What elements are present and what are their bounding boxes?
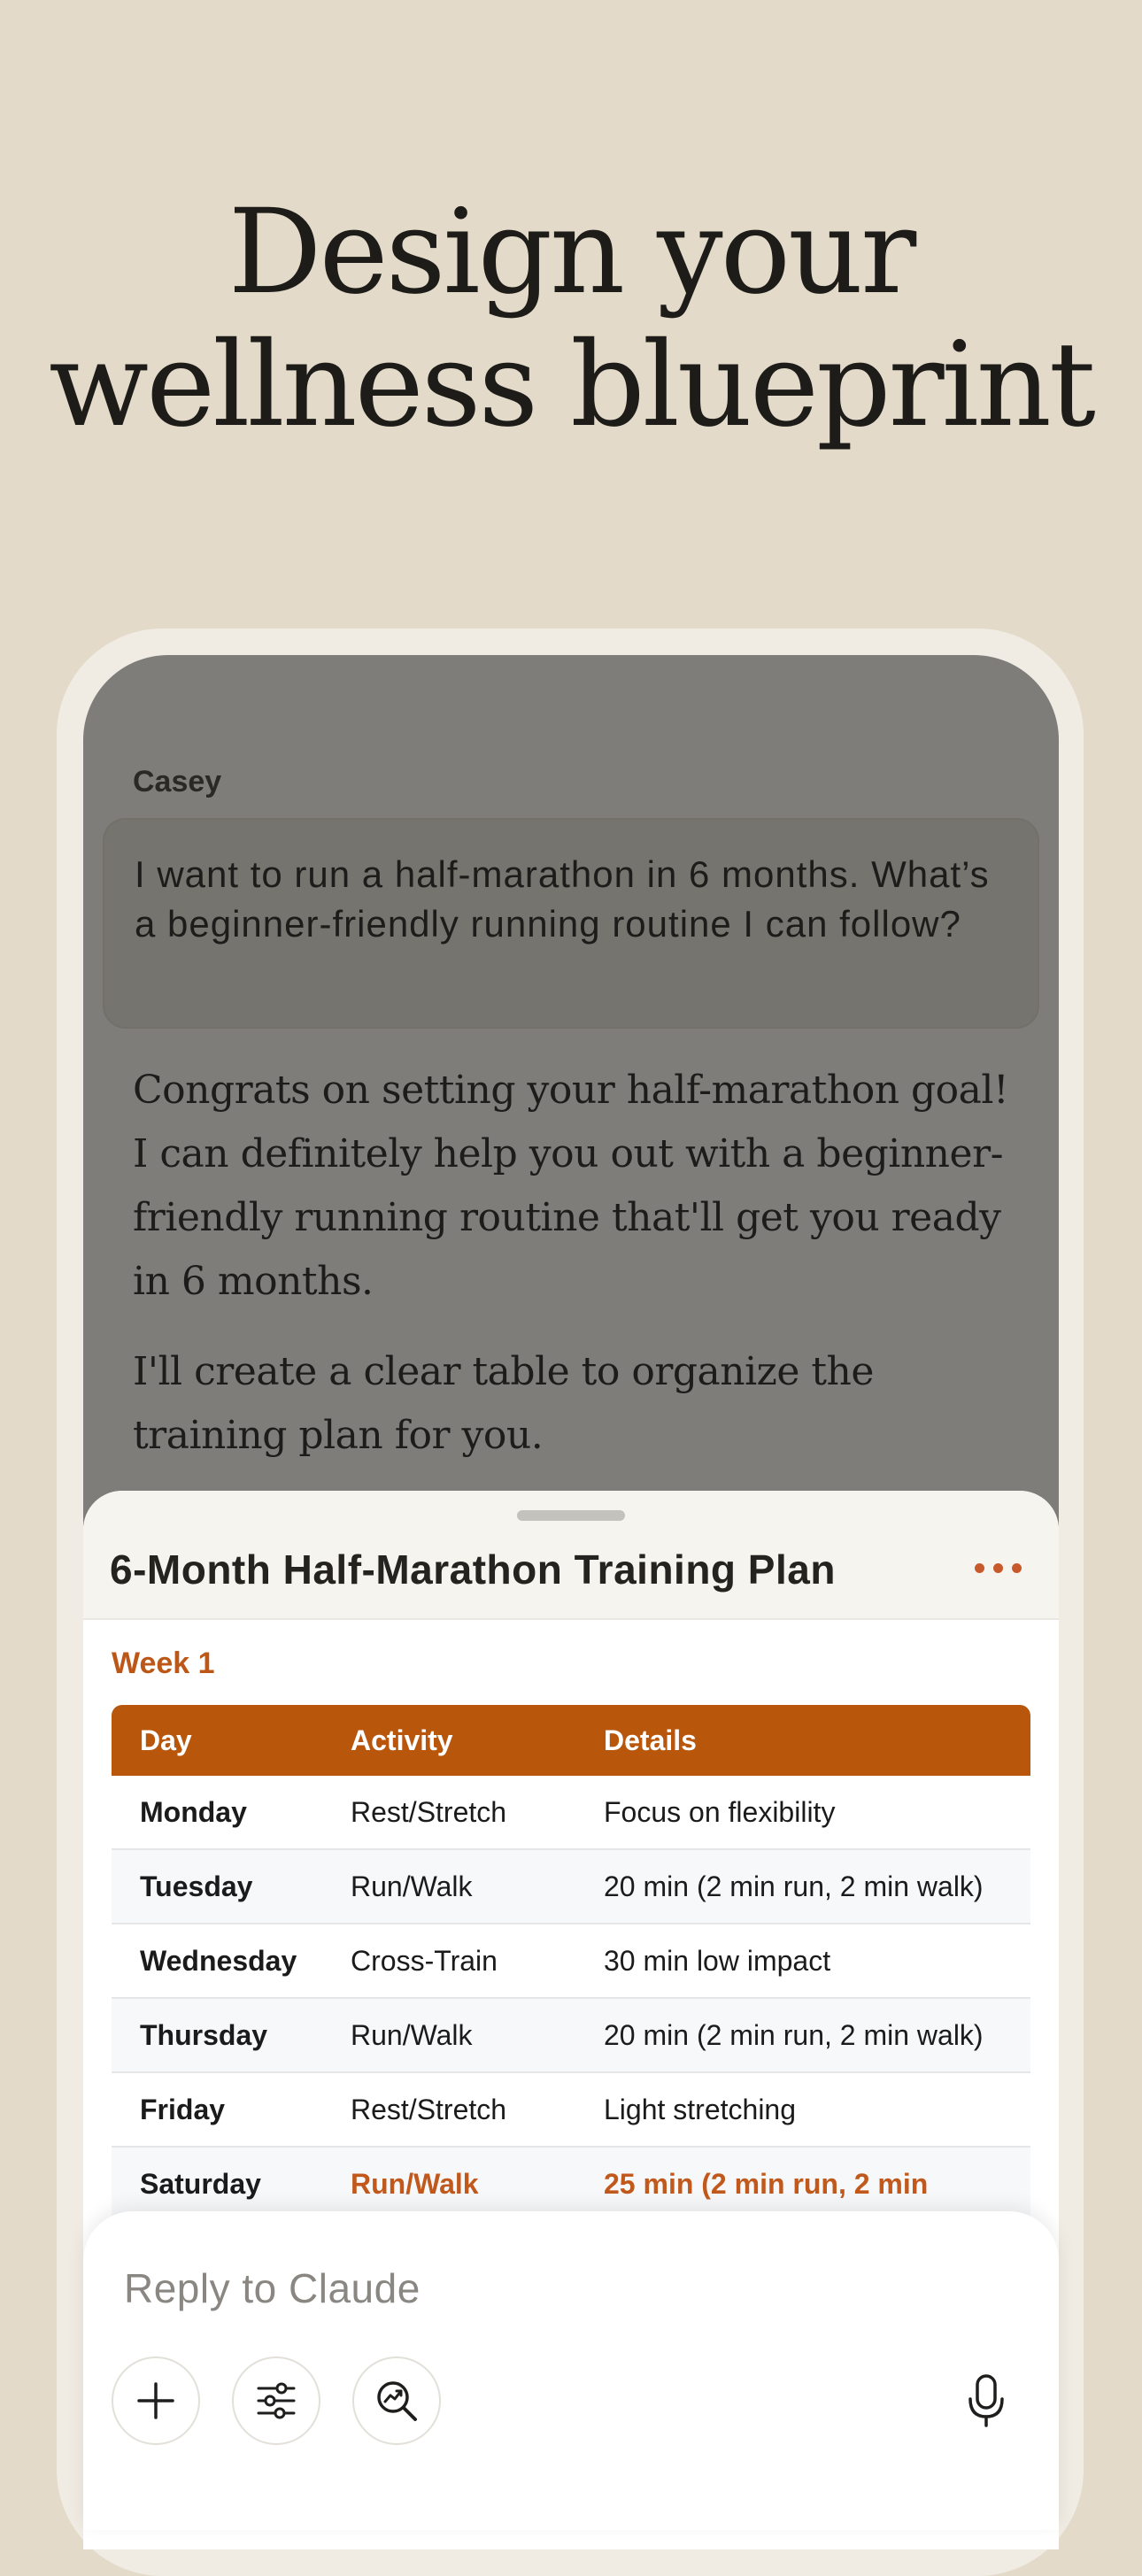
table-row-highlighted: Saturday Run/Walk 25 min (2 min run, 2 m…: [112, 2147, 1030, 2222]
voice-input-button[interactable]: [942, 2356, 1030, 2445]
sender-name: Casey: [133, 765, 222, 798]
training-plan-table: Day Activity Details Monday Rest/Stretch…: [112, 1705, 1030, 2222]
table-row: Monday Rest/Stretch Focus on flexibility: [112, 1776, 1030, 1850]
ellipsis-icon: [974, 1562, 984, 1573]
more-options-button[interactable]: [967, 1546, 1029, 1590]
cell-details: Light stretching: [575, 2072, 1030, 2148]
table-row: Friday Rest/Stretch Light stretching: [112, 2072, 1030, 2148]
cell-details: Focus on flexibility: [575, 1776, 1030, 1850]
microphone-icon: [968, 2374, 1004, 2427]
cell-activity: Rest/Stretch: [322, 2072, 575, 2148]
artifact-header: 6-Month Half-Marathon Training Plan: [83, 1491, 1059, 1620]
settings-sliders-button[interactable]: [232, 2356, 320, 2445]
ellipsis-icon: [992, 1562, 1003, 1573]
sliders-icon: [257, 2382, 296, 2419]
week-label: Week 1: [112, 1647, 215, 1680]
cell-activity: Run/Walk: [322, 1998, 575, 2073]
cell-details: 20 min (2 min run, 2 min walk): [575, 1849, 1030, 1924]
cell-details: 25 min (2 min run, 2 min: [575, 2147, 1030, 2222]
cell-day: Tuesday: [112, 1849, 322, 1924]
table-row: Tuesday Run/Walk 20 min (2 min run, 2 mi…: [112, 1849, 1030, 1924]
research-icon: [377, 2381, 417, 2421]
table-row: Wednesday Cross-Train 30 min low impact: [112, 1924, 1030, 1999]
research-button[interactable]: [352, 2356, 441, 2445]
artifact-title: 6-Month Half-Marathon Training Plan: [110, 1546, 836, 1593]
user-message-bubble: I want to run a half-marathon in 6 month…: [103, 818, 1039, 1029]
assistant-paragraph: Congrats on setting your half-marathon g…: [133, 1068, 1009, 1304]
plus-icon: [137, 2382, 174, 2419]
cell-activity: Run/Walk: [322, 2147, 575, 2222]
cell-details: 30 min low impact: [575, 1924, 1030, 1999]
ellipsis-icon: [1011, 1562, 1022, 1573]
cell-details: 20 min (2 min run, 2 min walk): [575, 1998, 1030, 2073]
assistant-message: Congrats on setting your half-marathon g…: [133, 1059, 1027, 1494]
cell-day: Friday: [112, 2072, 322, 2148]
table-header-row: Day Activity Details: [112, 1705, 1030, 1776]
cell-day: Monday: [112, 1776, 322, 1850]
cell-day: Thursday: [112, 1998, 322, 2073]
cell-day: Saturday: [112, 2147, 322, 2222]
reply-composer: [83, 2211, 1059, 2530]
headline-line-1: Design your: [228, 184, 917, 320]
cell-day: Wednesday: [112, 1924, 322, 1999]
column-header-day: Day: [112, 1705, 322, 1776]
cell-activity: Cross-Train: [322, 1924, 575, 1999]
column-header-activity: Activity: [322, 1705, 575, 1776]
column-header-details: Details: [575, 1705, 1030, 1776]
add-attachment-button[interactable]: [112, 2356, 200, 2445]
assistant-paragraph: I'll create a clear table to organize th…: [133, 1349, 874, 1458]
cell-activity: Rest/Stretch: [322, 1776, 575, 1850]
cell-activity: Run/Walk: [322, 1849, 575, 1924]
page-headline: Design your wellness blueprint: [0, 186, 1142, 451]
reply-input[interactable]: [124, 2257, 921, 2319]
headline-line-2: wellness blueprint: [49, 317, 1096, 453]
table-row: Thursday Run/Walk 20 min (2 min run, 2 m…: [112, 1998, 1030, 2073]
sheet-grabber-handle[interactable]: [517, 1510, 625, 1521]
